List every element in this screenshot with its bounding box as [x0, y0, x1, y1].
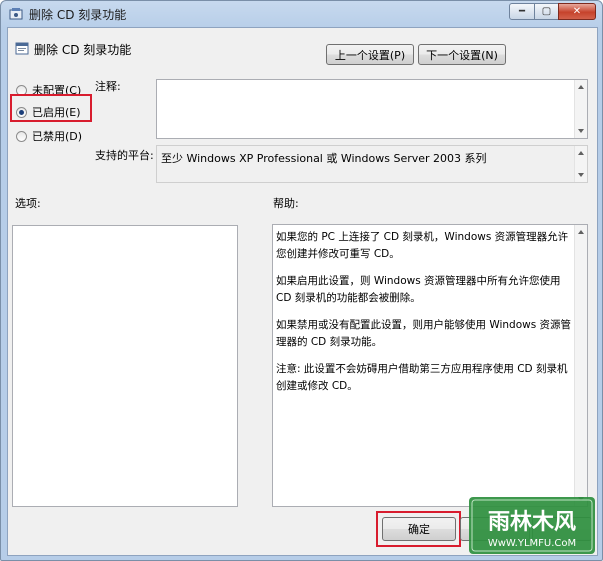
red-highlight-box	[376, 511, 461, 547]
help-paragraph: 如果启用此设置，则 Windows 资源管理器中所有允许您使用 CD 刻录机的功…	[276, 275, 561, 304]
policy-title: 删除 CD 刻录功能	[34, 43, 132, 57]
help-paragraph: 如果禁用或没有配置此设置，则用户能够使用 Windows 资源管理器的 CD 刻…	[276, 319, 572, 348]
watermark-title: 雨林木风	[488, 510, 576, 535]
policy-icon	[15, 42, 29, 55]
help-paragraph: 注意: 此设置不会妨碍用户借助第三方应用程序使用 CD 刻录机创建或修改 CD。	[276, 363, 568, 392]
scroll-down-icon[interactable]	[578, 173, 584, 177]
help-label: 帮助:	[273, 197, 299, 210]
supported-platform-field: 至少 Windows XP Professional 或 Windows Ser…	[156, 145, 588, 183]
policy-settings-icon	[9, 8, 23, 20]
dialog-body: 删除 CD 刻录功能 上一个设置(P) 下一个设置(N) 未配置(C) 已启用(…	[7, 27, 598, 556]
title-bar[interactable]: 删除 CD 刻录功能 ━ ▢ ✕	[1, 1, 602, 27]
scroll-up-icon[interactable]	[578, 85, 584, 89]
radio-disabled[interactable]: 已禁用(D)	[16, 128, 82, 144]
radio-circle[interactable]	[16, 130, 27, 142]
window-title: 删除 CD 刻录功能	[29, 8, 127, 22]
scroll-up-icon[interactable]	[578, 151, 584, 155]
next-setting-button[interactable]: 下一个设置(N)	[418, 44, 506, 65]
options-panel	[12, 225, 238, 507]
radio-label-disabled: 已禁用(D)	[32, 130, 83, 143]
comment-textarea[interactable]	[156, 79, 588, 139]
maximize-icon: ▢	[541, 6, 552, 17]
policy-dialog-window: 删除 CD 刻录功能 ━ ▢ ✕ 删除 CD 刻录功能 上一个设置(P) 下一个…	[0, 0, 603, 561]
help-scrollbar[interactable]	[574, 225, 587, 506]
platform-scrollbar[interactable]	[574, 146, 587, 182]
supported-platform-value: 至少 Windows XP Professional 或 Windows Ser…	[161, 152, 487, 165]
close-icon: ✕	[572, 6, 582, 17]
help-paragraph: 如果您的 PC 上连接了 CD 刻录机，Windows 资源管理器允许您创建并修…	[276, 231, 569, 260]
help-text: 如果您的 PC 上连接了 CD 刻录机，Windows 资源管理器允许您创建并修…	[276, 229, 572, 405]
scroll-down-icon[interactable]	[578, 129, 584, 133]
maximize-button[interactable]: ▢	[534, 3, 559, 20]
supported-platform-label: 支持的平台:	[95, 149, 154, 162]
previous-setting-button[interactable]: 上一个设置(P)	[326, 44, 414, 65]
close-button[interactable]: ✕	[558, 3, 596, 20]
help-panel: 如果您的 PC 上连接了 CD 刻录机，Windows 资源管理器允许您创建并修…	[272, 224, 588, 507]
red-highlight-box	[10, 94, 92, 122]
minimize-button[interactable]: ━	[509, 3, 535, 20]
minimize-icon: ━	[518, 6, 526, 17]
watermark-logo: 雨林木风 WwW.YLMFU.CoM	[469, 497, 595, 554]
scroll-up-icon[interactable]	[578, 230, 584, 234]
options-label: 选项:	[15, 197, 41, 210]
comment-label: 注释:	[95, 80, 121, 93]
watermark-url: WwW.YLMFU.CoM	[488, 538, 576, 549]
comment-scrollbar[interactable]	[574, 80, 587, 138]
